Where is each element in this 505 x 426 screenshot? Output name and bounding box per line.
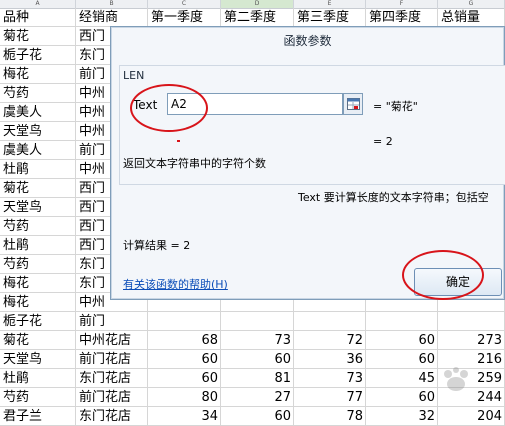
cell-variety[interactable]: 栀子花 <box>0 312 76 331</box>
function-help-link[interactable]: 有关该函数的帮助(H) <box>123 276 228 292</box>
cell-variety[interactable]: 梅花 <box>0 274 76 293</box>
cell-total[interactable] <box>438 312 505 331</box>
cell-q2[interactable]: 81 <box>221 369 294 388</box>
cell-variety[interactable]: 梅花 <box>0 293 76 312</box>
table-row: 君子兰 东门花店 34 60 78 32 204 <box>0 407 505 426</box>
header-cell-q3[interactable]: 第三季度 <box>294 8 366 27</box>
cell-q3[interactable]: 77 <box>294 388 366 407</box>
header-cell-q4[interactable]: 第四季度 <box>366 8 438 27</box>
table-row: 菊花 中州花店 68 73 72 60 273 <box>0 331 505 350</box>
cell-total[interactable]: 273 <box>438 331 505 350</box>
cell-q3[interactable]: 72 <box>294 331 366 350</box>
cell-variety[interactable]: 栀子花 <box>0 46 76 65</box>
calculation-result: 计算结果 = 2 <box>123 239 191 252</box>
cell-variety[interactable]: 菊花 <box>0 179 76 198</box>
argument-description: Text 要计算长度的文本字符串；包括空 <box>298 191 489 204</box>
cell-variety[interactable]: 菊花 <box>0 27 76 46</box>
cell-variety[interactable]: 天堂鸟 <box>0 198 76 217</box>
table-row: 栀子花 前门 <box>0 312 505 331</box>
cell-q1[interactable]: 60 <box>148 350 221 369</box>
cell-q2[interactable]: 60 <box>221 350 294 369</box>
column-header-g[interactable]: G <box>438 0 505 8</box>
cell-q2[interactable]: 60 <box>221 407 294 426</box>
range-select-icon <box>347 98 360 110</box>
cell-variety[interactable]: 芍药 <box>0 217 76 236</box>
cell-variety[interactable]: 芍药 <box>0 84 76 103</box>
cell-variety[interactable]: 芍药 <box>0 388 76 407</box>
column-header-e[interactable]: E <box>294 0 366 8</box>
result-preview: = 2 <box>373 135 393 148</box>
function-description: 返回文本字符串中的字符个数 <box>123 157 266 170</box>
cell-dealer[interactable]: 前门花店 <box>76 350 148 369</box>
column-header-b[interactable]: B <box>76 0 148 8</box>
cell-q4[interactable] <box>366 312 438 331</box>
annotation-circle-input <box>130 84 208 132</box>
cell-q3[interactable] <box>294 312 366 331</box>
header-row: 品种 经销商 第一季度 第二季度 第三季度 第四季度 总销量 <box>0 8 505 27</box>
collapse-dialog-button[interactable] <box>343 93 363 115</box>
cell-q2[interactable]: 27 <box>221 388 294 407</box>
annotation-circle-ok <box>402 250 484 300</box>
header-cell-q1[interactable]: 第一季度 <box>148 8 221 27</box>
annotation-mark <box>177 140 180 142</box>
cell-variety[interactable]: 杜鹃 <box>0 369 76 388</box>
column-header-d[interactable]: D <box>221 0 294 8</box>
cell-dealer[interactable]: 前门 <box>76 312 148 331</box>
cell-q2[interactable]: 73 <box>221 331 294 350</box>
cell-total[interactable]: 204 <box>438 407 505 426</box>
cell-variety[interactable]: 君子兰 <box>0 407 76 426</box>
cell-q4[interactable]: 32 <box>366 407 438 426</box>
cell-variety[interactable]: 梅花 <box>0 65 76 84</box>
column-header-c[interactable]: C <box>148 0 221 8</box>
cell-variety[interactable]: 杜鹃 <box>0 160 76 179</box>
cell-variety[interactable]: 虞美人 <box>0 141 76 160</box>
cell-dealer[interactable]: 东门花店 <box>76 407 148 426</box>
cell-q3[interactable]: 73 <box>294 369 366 388</box>
cell-q1[interactable]: 80 <box>148 388 221 407</box>
cell-dealer[interactable]: 东门花店 <box>76 369 148 388</box>
cell-dealer[interactable]: 中州花店 <box>76 331 148 350</box>
cell-variety[interactable]: 菊花 <box>0 331 76 350</box>
dialog-title: 函数参数 <box>283 34 332 48</box>
cell-variety[interactable]: 芍药 <box>0 255 76 274</box>
cell-q1[interactable]: 34 <box>148 407 221 426</box>
cell-q1[interactable]: 60 <box>148 369 221 388</box>
column-header-f[interactable]: F <box>366 0 438 8</box>
cell-q4[interactable]: 60 <box>366 331 438 350</box>
header-cell-total[interactable]: 总销量 <box>438 8 505 27</box>
function-name: LEN <box>123 69 145 82</box>
argument-value-preview: = "菊花" <box>373 100 418 113</box>
header-cell-dealer[interactable]: 经销商 <box>76 8 148 27</box>
cell-variety[interactable]: 天堂鸟 <box>0 122 76 141</box>
cell-dealer[interactable]: 前门花店 <box>76 388 148 407</box>
column-header-a[interactable]: A <box>0 0 76 8</box>
cell-q1[interactable] <box>148 312 221 331</box>
cell-variety[interactable]: 杜鹃 <box>0 236 76 255</box>
cell-q1[interactable]: 68 <box>148 331 221 350</box>
baidu-jingyan-watermark <box>444 367 468 391</box>
cell-q3[interactable]: 78 <box>294 407 366 426</box>
header-cell-q2[interactable]: 第二季度 <box>221 8 294 27</box>
cell-variety[interactable]: 天堂鸟 <box>0 350 76 369</box>
header-cell-variety[interactable]: 品种 <box>0 8 76 27</box>
cell-q3[interactable]: 36 <box>294 350 366 369</box>
cell-q2[interactable] <box>221 312 294 331</box>
cell-variety[interactable]: 虞美人 <box>0 103 76 122</box>
